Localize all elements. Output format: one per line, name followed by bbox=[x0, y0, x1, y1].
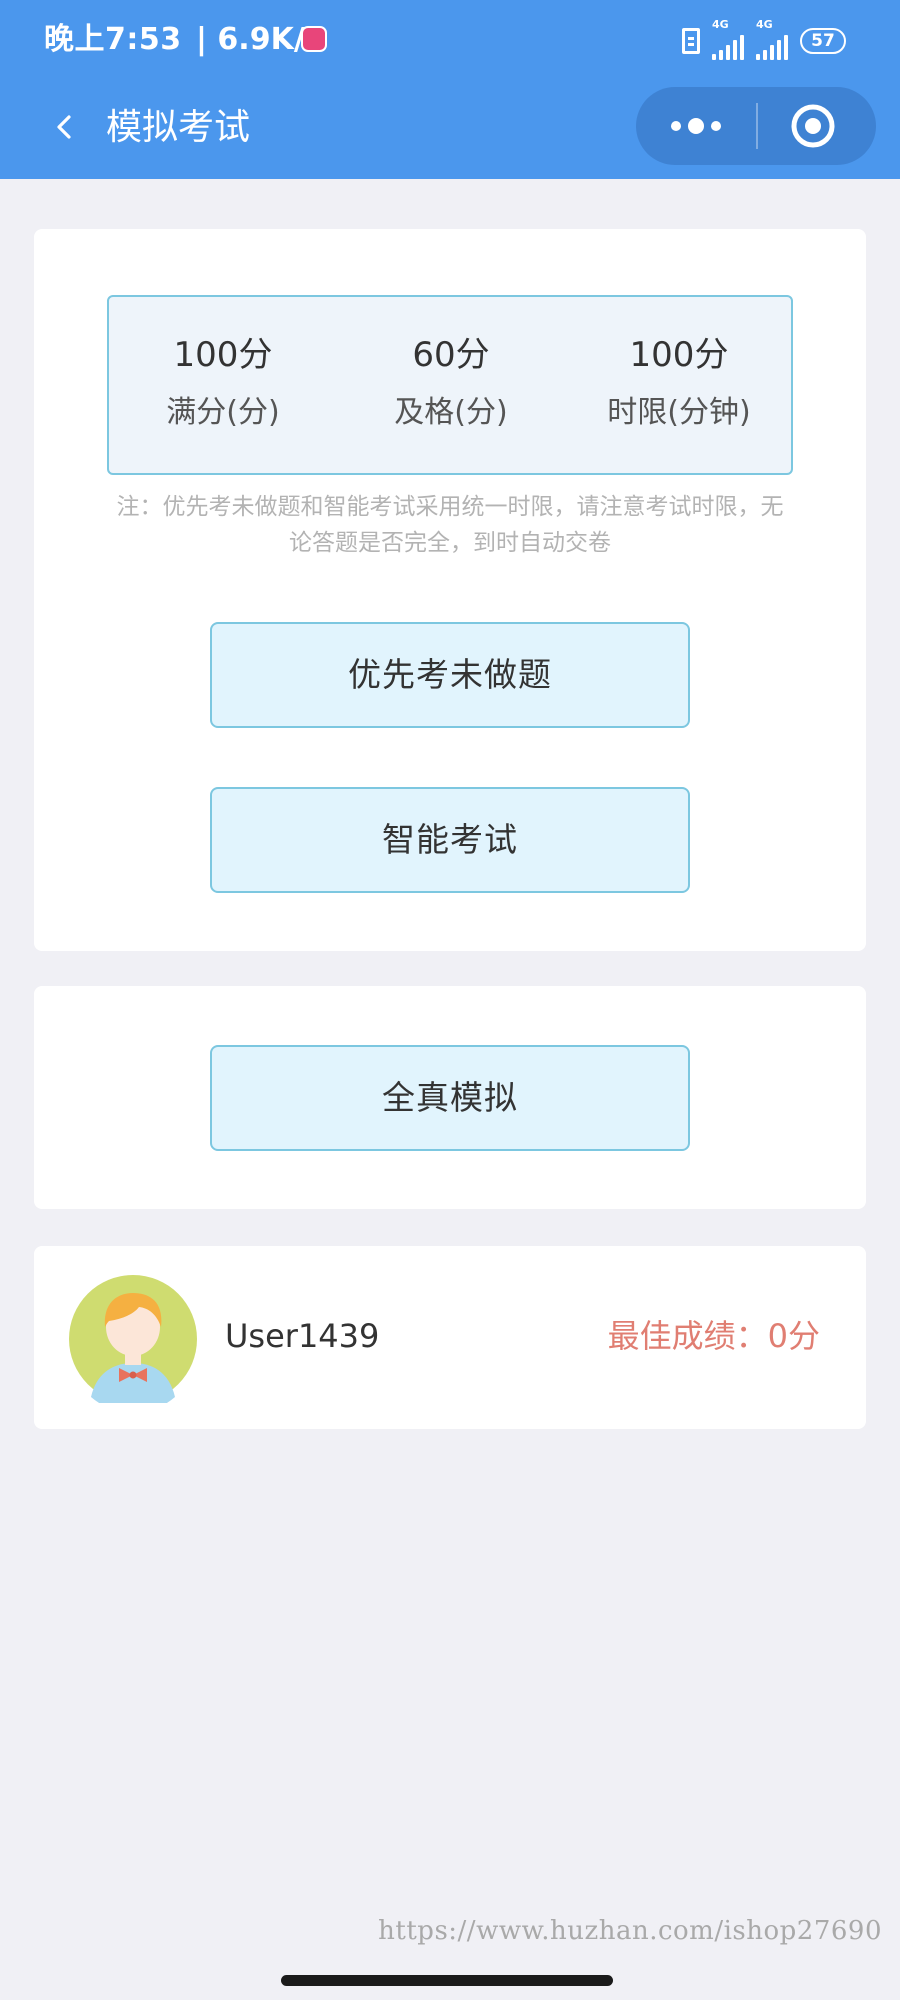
header: 晚上7:53 | 6.9K/s 4G 4G 57 模拟考试 bbox=[0, 0, 900, 179]
exam-info-full-score: 100分 满分(分) bbox=[109, 331, 337, 435]
pass-score-value: 60分 bbox=[412, 335, 490, 375]
pass-score-label: 及格(分) bbox=[394, 395, 508, 430]
smart-exam-button[interactable]: 智能考试 bbox=[210, 787, 690, 893]
signal-type-sim2: 4G bbox=[756, 18, 773, 31]
full-score-label: 满分(分) bbox=[166, 395, 280, 430]
target-close-icon[interactable] bbox=[758, 87, 876, 165]
username: User1439 bbox=[225, 1317, 380, 1355]
full-score-value: 100分 bbox=[173, 335, 273, 375]
nav-bar: 模拟考试 bbox=[0, 80, 900, 179]
watermark: https://www.huzhan.com/ishop27690 bbox=[378, 1916, 882, 1946]
exam-info-box: 100分 满分(分) 60分 及格(分) 100分 时限(分钟) bbox=[107, 295, 793, 475]
time-limit-value: 100分 bbox=[629, 335, 729, 375]
user-score-card: User1439 最佳成绩：0分 bbox=[34, 1246, 866, 1429]
time-limit-label: 时限(分钟) bbox=[607, 395, 751, 430]
app-notification-icon bbox=[301, 26, 327, 52]
signal-icon-sim1: 4G bbox=[712, 18, 744, 60]
exam-options-card: 100分 满分(分) 60分 及格(分) 100分 时限(分钟) 注：优先考未做… bbox=[34, 229, 866, 951]
chevron-left-icon[interactable] bbox=[52, 114, 78, 140]
battery-indicator: 57 bbox=[800, 28, 846, 54]
signal-type-sim1: 4G bbox=[712, 18, 729, 31]
exam-info-pass-score: 60分 及格(分) bbox=[337, 331, 565, 435]
status-bar: 晚上7:53 | 6.9K/s 4G 4G 57 bbox=[0, 0, 900, 80]
status-indicators: 4G 4G 57 bbox=[682, 18, 846, 60]
priority-unanswered-button[interactable]: 优先考未做题 bbox=[210, 622, 690, 728]
exam-notice: 注：优先考未做题和智能考试采用统一时限，请注意考试时限，无论答题是否完全，到时自… bbox=[116, 494, 784, 556]
exam-info-time-limit: 100分 时限(分钟) bbox=[565, 331, 793, 435]
avatar bbox=[69, 1275, 197, 1403]
page-title: 模拟考试 bbox=[106, 107, 251, 148]
mini-program-capsule bbox=[636, 87, 876, 165]
more-dots-icon[interactable] bbox=[636, 87, 756, 165]
best-score: 最佳成绩：0分 bbox=[607, 1317, 820, 1355]
status-time: 晚上7:53 bbox=[44, 22, 182, 57]
vibrate-icon bbox=[682, 28, 700, 54]
full-simulation-card: 全真模拟 bbox=[34, 986, 866, 1209]
status-separator: | bbox=[196, 22, 207, 57]
full-simulation-button[interactable]: 全真模拟 bbox=[210, 1045, 690, 1151]
home-indicator[interactable] bbox=[281, 1975, 613, 1986]
signal-icon-sim2: 4G bbox=[756, 18, 788, 60]
